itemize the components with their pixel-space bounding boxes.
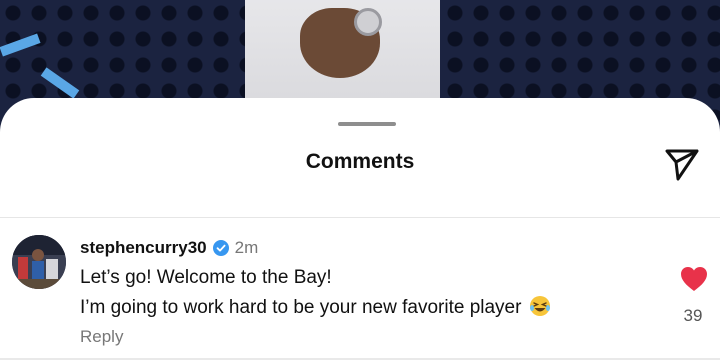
like-count: 39: [683, 306, 703, 325]
verified-badge-icon: [212, 240, 229, 256]
laughing-emoji-icon: [529, 295, 551, 317]
stage-light: [40, 67, 80, 99]
comment-username[interactable]: stephencurry30: [80, 238, 207, 258]
wristwatch: [354, 8, 382, 36]
comment-text-line-1: Let’s go! Welcome to the Bay!: [80, 267, 332, 288]
comment-text-line-2: I’m going to work hard to be your new fa…: [80, 293, 551, 323]
sheet-drag-handle[interactable]: [338, 122, 396, 126]
comments-sheet: Comments stephencurry30 2m Let’s go! Wel…: [0, 98, 720, 360]
reply-button[interactable]: Reply: [80, 327, 551, 347]
avatar[interactable]: [12, 235, 66, 289]
stage-light: [0, 33, 41, 57]
send-icon[interactable]: [664, 146, 700, 182]
comment-header: stephencurry30 2m: [80, 237, 551, 259]
sheet-title: Comments: [305, 150, 415, 173]
comment: stephencurry30 2m Let’s go! Welcome to t…: [80, 237, 551, 347]
header-divider: [0, 217, 720, 218]
comment-timestamp: 2m: [234, 238, 259, 257]
heart-filled-icon[interactable]: [680, 266, 708, 292]
comment-text-line-2-text: I’m going to work hard to be your new fa…: [80, 297, 522, 318]
